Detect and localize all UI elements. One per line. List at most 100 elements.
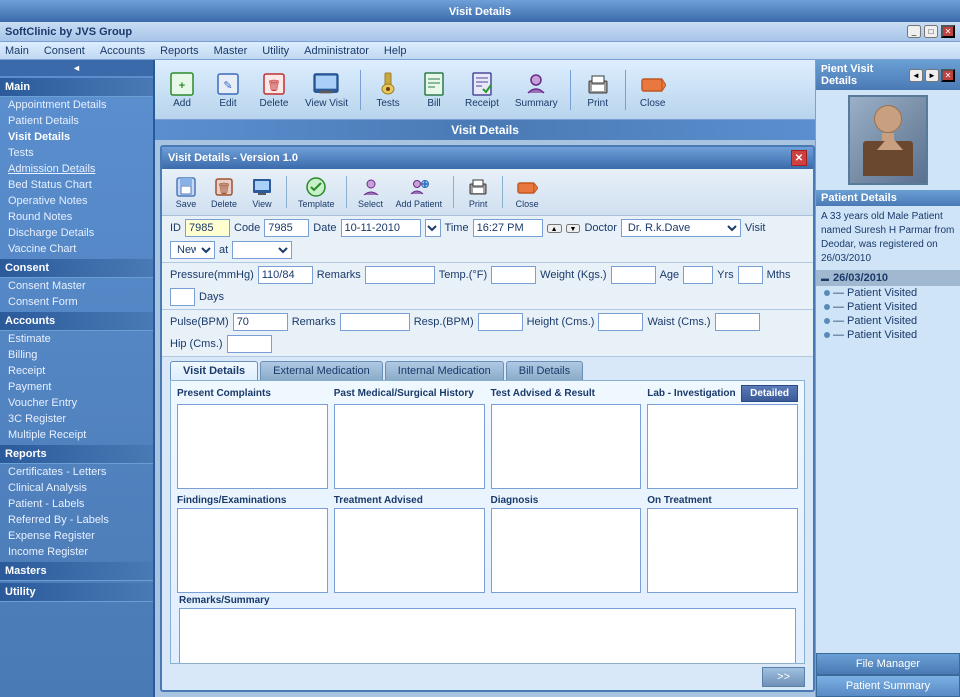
sidebar-item-admission[interactable]: Admission Details <box>0 161 153 177</box>
age-input[interactable] <box>683 266 713 284</box>
hip-input[interactable] <box>227 335 272 353</box>
menu-help[interactable]: Help <box>384 45 407 57</box>
dlg-save-button[interactable]: Save <box>170 173 202 211</box>
bill-button[interactable]: Bill <box>415 68 453 111</box>
delete-button[interactable]: 🗑 Delete <box>255 68 293 111</box>
detailed-button[interactable]: Detailed <box>741 385 798 402</box>
date-header[interactable]: ▬ 26/03/2010 <box>816 270 960 286</box>
panel-next-btn[interactable]: ► <box>925 69 939 82</box>
textarea-test-advised[interactable] <box>491 404 642 489</box>
tab-internal-medication[interactable]: Internal Medication <box>385 361 504 380</box>
sidebar-scroll-up[interactable]: ◄ <box>0 60 153 76</box>
sidebar-item-consent-master[interactable]: Consent Master <box>0 278 153 294</box>
sidebar-item-round[interactable]: Round Notes <box>0 209 153 225</box>
print-button[interactable]: Print <box>579 68 617 111</box>
menu-master[interactable]: Master <box>214 45 248 57</box>
sidebar-item-appointment[interactable]: Appointment Details <box>0 97 153 113</box>
sidebar-item-patient[interactable]: Patient Details <box>0 113 153 129</box>
date-input[interactable] <box>341 219 421 237</box>
summary-button[interactable]: Summary <box>511 68 562 111</box>
weight-input[interactable] <box>611 266 656 284</box>
sidebar-item-patient-labels[interactable]: Patient - Labels <box>0 496 153 512</box>
height-input[interactable] <box>598 313 643 331</box>
dlg-print-button[interactable]: Print <box>462 173 494 211</box>
maximize-btn[interactable]: □ <box>924 25 938 38</box>
textarea-present-complaints[interactable] <box>177 404 328 489</box>
temp-input[interactable] <box>491 266 536 284</box>
sidebar-item-clinical[interactable]: Clinical Analysis <box>0 480 153 496</box>
textarea-lab[interactable] <box>647 404 798 489</box>
panel-close-btn[interactable]: ✕ <box>941 69 955 82</box>
menu-utility[interactable]: Utility <box>262 45 289 57</box>
minimize-btn[interactable]: _ <box>907 25 921 38</box>
mths-input[interactable] <box>738 266 763 284</box>
sidebar-item-voucher[interactable]: Voucher Entry <box>0 395 153 411</box>
pulse-input[interactable] <box>233 313 288 331</box>
textarea-findings[interactable] <box>177 508 328 593</box>
menu-administrator[interactable]: Administrator <box>304 45 369 57</box>
time-input[interactable] <box>473 219 543 237</box>
sidebar-item-3c[interactable]: 3C Register <box>0 411 153 427</box>
remarks2-input[interactable] <box>340 313 410 331</box>
sidebar-item-tests[interactable]: Tests <box>0 145 153 161</box>
dlg-select-button[interactable]: Select <box>355 173 387 211</box>
edit-button[interactable]: ✎ Edit <box>209 68 247 111</box>
receipt-button[interactable]: Receipt <box>461 68 503 111</box>
visit-select[interactable]: New <box>170 241 215 259</box>
dlg-close-button[interactable]: Close <box>511 173 543 211</box>
remarks1-input[interactable] <box>365 266 435 284</box>
resp-input[interactable] <box>478 313 523 331</box>
sidebar-item-income[interactable]: Income Register <box>0 544 153 560</box>
nav-next-button[interactable]: >> <box>762 667 805 687</box>
sidebar-item-consent-form[interactable]: Consent Form <box>0 294 153 310</box>
sidebar-item-multiple-receipt[interactable]: Multiple Receipt <box>0 427 153 443</box>
tests-button[interactable]: Tests <box>369 68 407 111</box>
sidebar-item-receipt[interactable]: Receipt <box>0 363 153 379</box>
sidebar-item-bed-status[interactable]: Bed Status Chart <box>0 177 153 193</box>
add-button[interactable]: + Add <box>163 68 201 111</box>
tab-external-medication[interactable]: External Medication <box>260 361 383 380</box>
textarea-past-history[interactable] <box>334 404 485 489</box>
sidebar-item-vaccine[interactable]: Vaccine Chart <box>0 241 153 257</box>
textarea-diagnosis[interactable] <box>491 508 642 593</box>
tab-bill-details[interactable]: Bill Details <box>506 361 583 380</box>
close-btn[interactable]: ✕ <box>941 25 955 38</box>
sidebar-item-estimate[interactable]: Estimate <box>0 331 153 347</box>
remarks-textarea[interactable] <box>179 608 796 664</box>
dlg-add-patient-button[interactable]: Add Patient <box>393 173 446 211</box>
close-button[interactable]: Close <box>634 68 672 111</box>
dlg-template-button[interactable]: Template <box>295 173 338 211</box>
sidebar-item-certificates[interactable]: Certificates - Letters <box>0 464 153 480</box>
sidebar-item-visit[interactable]: Visit Details <box>0 129 153 145</box>
time-up-btn[interactable]: ▲ <box>547 224 562 233</box>
textarea-on-treatment[interactable] <box>647 508 798 593</box>
menu-consent[interactable]: Consent <box>44 45 85 57</box>
date-select[interactable] <box>425 219 441 237</box>
sidebar-item-billing[interactable]: Billing <box>0 347 153 363</box>
waist-input[interactable] <box>715 313 760 331</box>
textarea-treatment[interactable] <box>334 508 485 593</box>
days-input[interactable] <box>170 288 195 306</box>
patient-summary-button[interactable]: Patient Summary <box>816 675 960 697</box>
code-input[interactable] <box>264 219 309 237</box>
sidebar-item-expense[interactable]: Expense Register <box>0 528 153 544</box>
doctor-select[interactable]: Dr. R.k.Dave <box>621 219 741 237</box>
time-dn-btn[interactable]: ▼ <box>566 224 581 233</box>
sidebar-item-discharge[interactable]: Discharge Details <box>0 225 153 241</box>
dlg-delete-button[interactable]: 🗑 Delete <box>208 173 240 211</box>
menu-main[interactable]: Main <box>5 45 29 57</box>
id-input[interactable] <box>185 219 230 237</box>
file-manager-button[interactable]: File Manager <box>816 653 960 675</box>
view-visit-button[interactable]: View Visit <box>301 68 352 111</box>
dlg-view-button[interactable]: View <box>246 173 278 211</box>
tab-visit-details[interactable]: Visit Details <box>170 361 258 380</box>
menu-accounts[interactable]: Accounts <box>100 45 145 57</box>
panel-prev-btn[interactable]: ◄ <box>909 69 923 82</box>
sidebar-item-payment[interactable]: Payment <box>0 379 153 395</box>
dialog-close-btn[interactable]: ✕ <box>791 150 807 166</box>
sidebar-item-operative[interactable]: Operative Notes <box>0 193 153 209</box>
at-select[interactable] <box>232 241 292 259</box>
pressure-input[interactable] <box>258 266 313 284</box>
menu-reports[interactable]: Reports <box>160 45 199 57</box>
sidebar-item-referred[interactable]: Referred By - Labels <box>0 512 153 528</box>
